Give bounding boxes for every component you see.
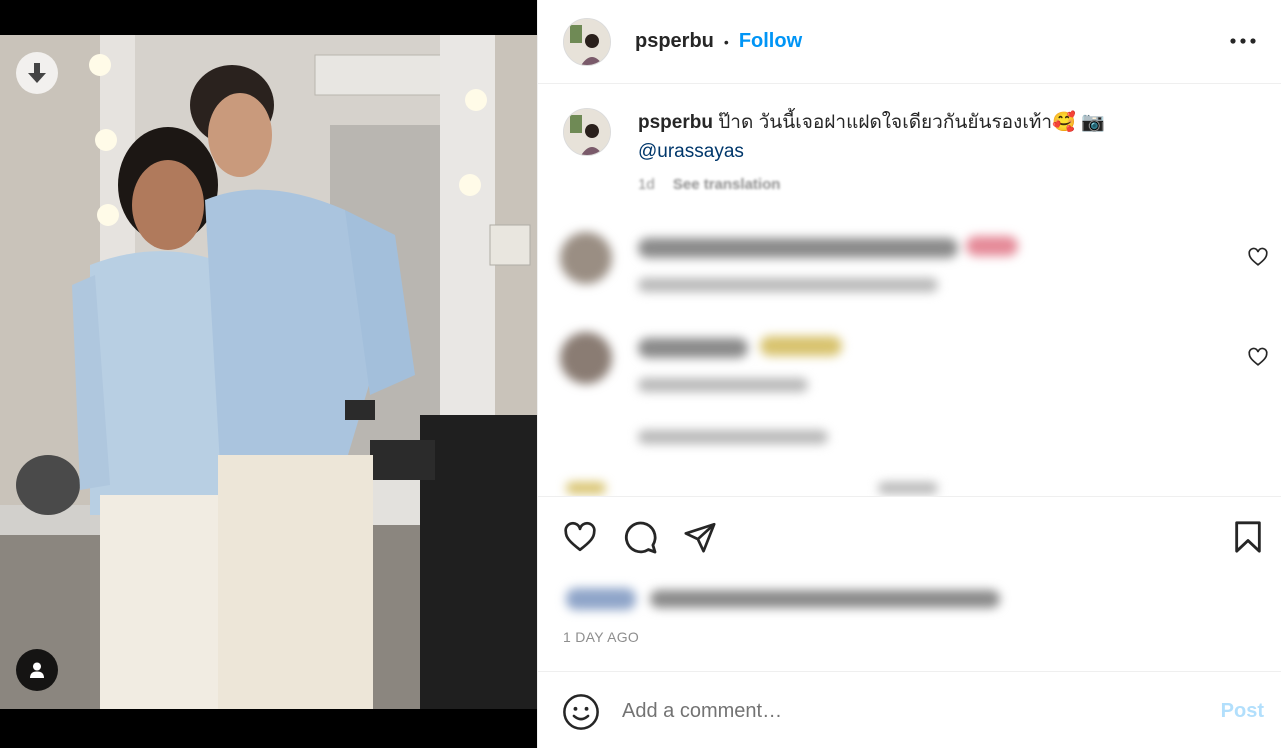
user-tag-icon (30, 662, 44, 678)
like-button[interactable] (560, 517, 600, 557)
tagged-users-button[interactable] (16, 649, 58, 691)
action-bar (538, 496, 1281, 574)
caption-text: psperbu ป๊าด วันนี้เจอฝาแฝดใจเดียวกันยัน… (638, 108, 1105, 166)
heart-icon (564, 521, 596, 552)
likes-summary[interactable] (546, 570, 1016, 626)
caption-body: ป๊าด วันนี้เจอฝาแฝดใจเดียวกันยันรองเท้า🥰… (718, 112, 1105, 133)
comment-input[interactable] (622, 692, 1182, 730)
liker-avatars-placeholder (566, 588, 636, 610)
comment-avatar (560, 232, 612, 284)
comment-meta-placeholder (638, 378, 808, 392)
avatar-image (564, 18, 610, 65)
bookmark-icon (1235, 521, 1261, 553)
comment-emoji-placeholder (966, 236, 1018, 256)
comment-text-placeholder (878, 482, 938, 494)
comment-text-placeholder (638, 338, 748, 358)
comment-like-icon[interactable] (1247, 346, 1269, 368)
comment-avatar (560, 332, 612, 384)
share-button[interactable] (680, 517, 720, 557)
post-header: psperbu • Follow (538, 0, 1281, 84)
header-username[interactable]: psperbu (635, 30, 714, 53)
avatar-image (564, 109, 610, 155)
caption: psperbu ป๊าด วันนี้เจอฝาแฝดใจเดียวกันยัน… (563, 108, 1263, 166)
save-button[interactable] (1228, 517, 1268, 557)
post-comment-button[interactable]: Post (1221, 700, 1264, 723)
more-options-button[interactable] (1228, 26, 1258, 56)
post-photo[interactable] (0, 35, 537, 709)
view-replies-placeholder (638, 430, 828, 444)
caption-avatar[interactable] (563, 108, 611, 156)
comment-button[interactable] (620, 517, 660, 557)
download-arrow-icon (28, 63, 46, 83)
follow-button[interactable]: Follow (739, 30, 802, 53)
comment-like-icon[interactable] (1247, 246, 1269, 268)
comment-meta-placeholder (638, 278, 938, 292)
post-sidebar: psperbu • Follow psperbu ป๊าด วันนี้เจอฝ… (537, 0, 1281, 748)
caption-username[interactable]: psperbu (638, 112, 713, 133)
post-timestamp: 1 DAY AGO (563, 629, 640, 645)
comment-text-placeholder (638, 238, 958, 258)
smiley-icon[interactable] (562, 693, 600, 731)
avatar[interactable] (563, 17, 611, 66)
comment-composer: Post (538, 671, 1281, 748)
comment-emoji-placeholder (760, 336, 842, 356)
more-horizontal-icon (1230, 38, 1256, 44)
comment-icon (624, 521, 657, 554)
photo-illustration (0, 35, 537, 709)
comments-list[interactable] (538, 186, 1281, 496)
caption-mention[interactable]: @urassayas (638, 141, 744, 162)
send-icon (684, 522, 716, 553)
likes-text-placeholder (650, 590, 1000, 608)
post-media (0, 0, 537, 748)
download-button[interactable] (16, 52, 58, 94)
header-separator: • (723, 33, 729, 50)
comment-text-placeholder (566, 482, 606, 494)
